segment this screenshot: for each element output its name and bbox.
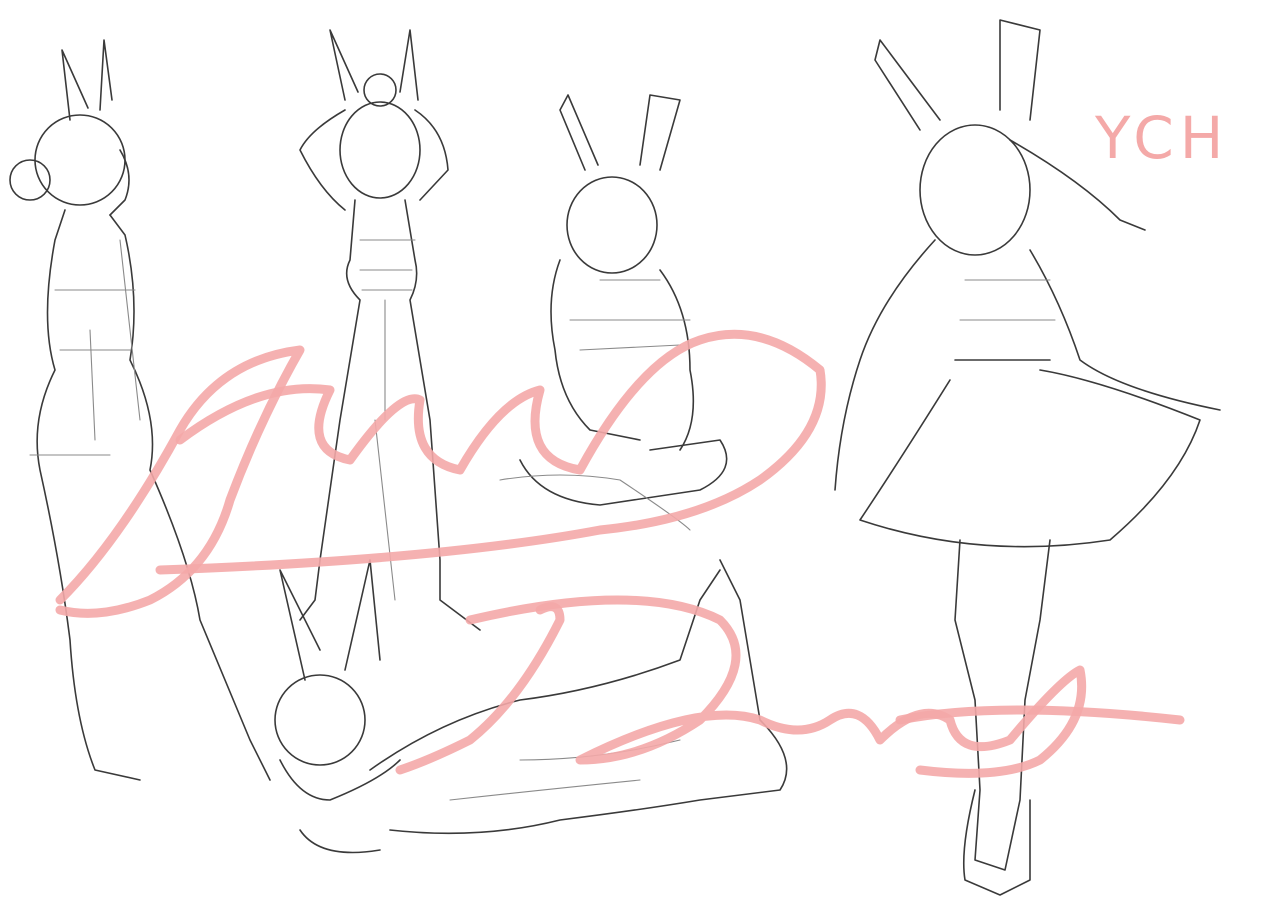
figure-arms-up-jeans (299, 29, 481, 631)
sketch-canvas: YCH (9, 19, 1229, 896)
watermark-signature (55, 329, 1185, 778)
ych-label: YCH (1094, 104, 1229, 172)
figure-sitting (499, 94, 728, 531)
